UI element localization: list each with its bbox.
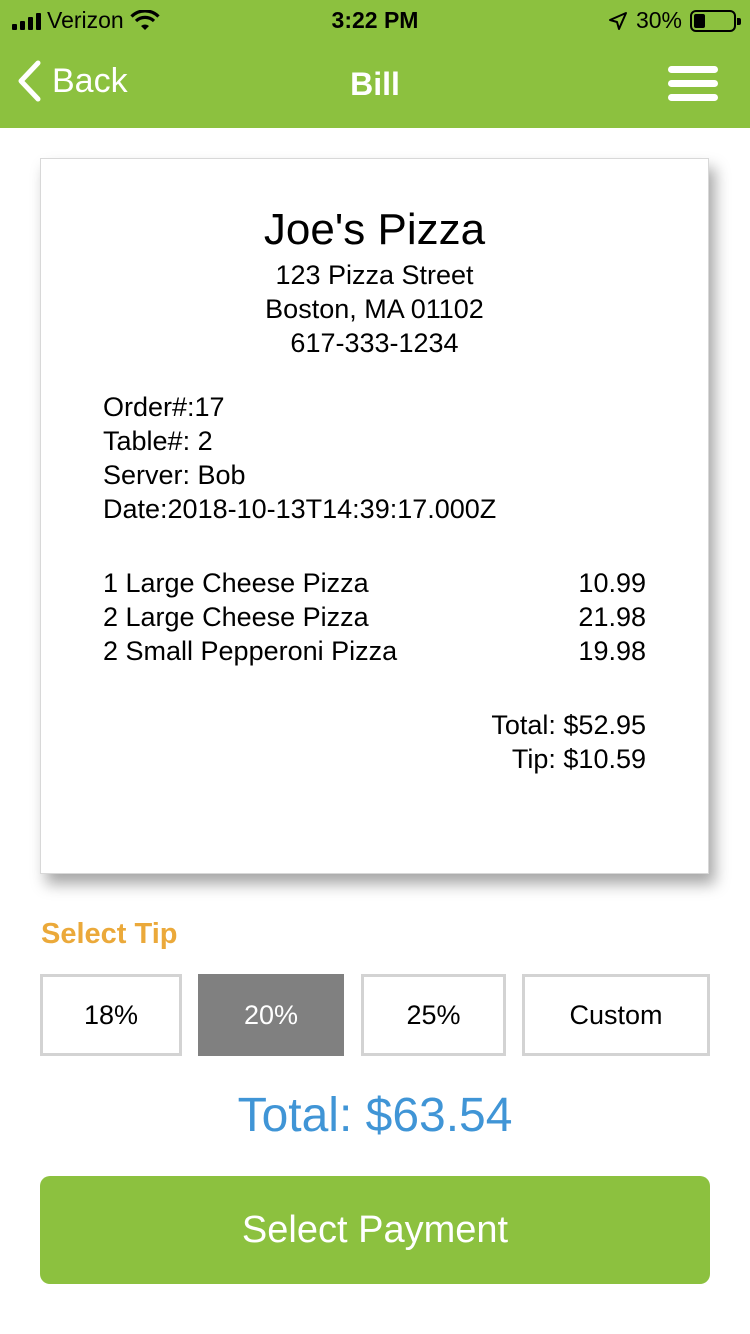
item-price: 19.98 — [578, 636, 646, 666]
item-price: 10.99 — [578, 568, 646, 598]
store-address-line2: Boston, MA 01102 — [265, 294, 484, 324]
item-price: 21.98 — [578, 602, 646, 632]
table-number: Table#: 2 — [103, 426, 213, 456]
navigation-bar: Back Bill — [0, 40, 750, 128]
item-name: 1 Large Cheese Pizza — [103, 568, 369, 598]
battery-icon — [690, 9, 741, 32]
hamburger-menu-icon[interactable] — [668, 66, 718, 102]
store-phone: 617-333-1234 — [290, 328, 459, 358]
tip-option-18[interactable]: 18% — [40, 974, 182, 1056]
receipt-card: Joe's Pizza 123 Pizza Street Boston, MA … — [40, 158, 709, 874]
receipt-tip: Tip: $10.59 — [511, 744, 646, 774]
app-header: Verizon 3:22 PM 30% Back Bill — [0, 0, 750, 128]
page-title: Bill — [350, 66, 400, 102]
store-address-line1: 123 Pizza Street — [275, 260, 474, 290]
item-name: 2 Large Cheese Pizza — [103, 602, 369, 632]
order-number: Order#:17 — [103, 392, 225, 422]
item-name: 2 Small Pepperoni Pizza — [103, 636, 398, 666]
tip-option-20[interactable]: 20% — [198, 974, 344, 1056]
order-date: Date:2018-10-13T14:39:17.000Z — [103, 494, 497, 524]
select-payment-button[interactable]: Select Payment — [40, 1176, 710, 1284]
battery-percent: 30% — [635, 7, 682, 33]
grand-total: Total: $63.54 — [237, 1089, 513, 1142]
select-tip-heading: Select Tip — [41, 918, 178, 950]
store-name: Joe's Pizza — [263, 205, 486, 254]
status-bar: Verizon 3:22 PM 30% — [0, 0, 750, 40]
receipt-total: Total: $52.95 — [491, 710, 646, 740]
tip-option-25[interactable]: 25% — [361, 974, 506, 1056]
list-item: 1 Large Cheese Pizza 10.99 — [103, 568, 646, 599]
tip-option-custom[interactable]: Custom — [522, 974, 710, 1056]
server-name: Server: Bob — [103, 460, 246, 490]
battery-level — [694, 13, 705, 28]
list-item: 2 Large Cheese Pizza 21.98 — [103, 602, 646, 633]
list-item: 2 Small Pepperoni Pizza 19.98 — [103, 636, 646, 667]
location-arrow-icon — [608, 11, 627, 30]
